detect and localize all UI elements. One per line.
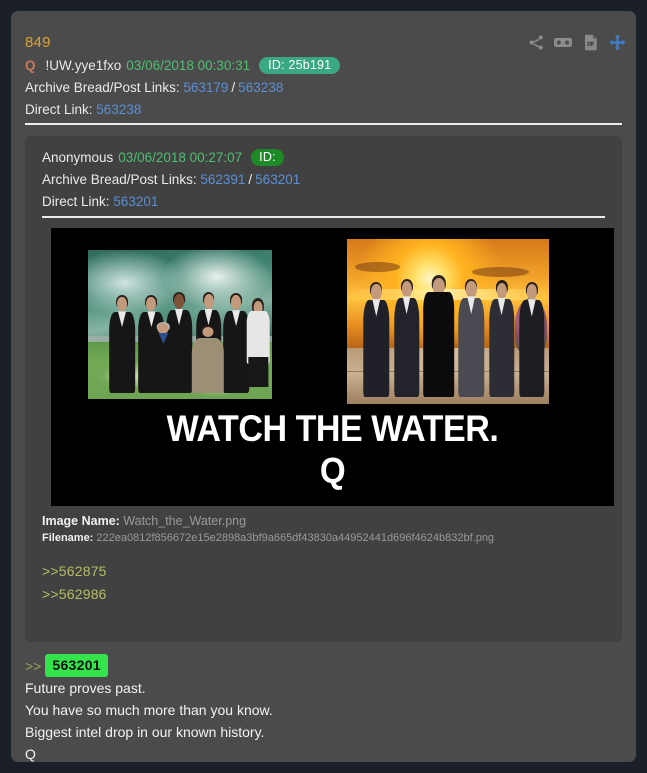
image-name-label: Image Name:: [42, 514, 120, 528]
reply-reference: >> 563201: [25, 654, 108, 677]
reply-body-signature: Q: [25, 746, 36, 762]
header-divider: [25, 123, 622, 125]
post-card: 849 Q !UW.yye1fxo 03/06/2018 00:30:31 ID: 2…: [11, 11, 636, 762]
quoted-archive-links-line: Archive Bread/Post Links: 562391/563201: [42, 172, 300, 187]
image-document-icon[interactable]: [581, 33, 599, 51]
post-identity-line: Q !UW.yye1fxo 03/06/2018 00:30:31 ID: 25b19…: [25, 57, 341, 75]
figure-standing-white-jacket: [244, 297, 272, 393]
photo-left: [88, 250, 272, 399]
archive-links-label: Archive Bread/Post Links:: [25, 80, 180, 95]
photo-right: [347, 239, 549, 404]
quote-link[interactable]: >>562875: [42, 563, 107, 579]
q-signature-mark: Q: [25, 58, 36, 73]
quoted-archive-label: Archive Bread/Post Links:: [42, 172, 197, 187]
attached-image[interactable]: WATCH THE WATER. Q: [51, 228, 614, 506]
figure-standing: [517, 281, 547, 398]
quoted-identity-line: Anonymous 03/06/2018 00:27:07 ID:: [42, 149, 284, 167]
quoted-direct-link-line: Direct Link: 563201: [42, 194, 158, 209]
figure-seated-tan-suit: [189, 324, 226, 394]
mural-cloud: [472, 267, 529, 277]
figure-standing: [456, 278, 486, 398]
quoted-direct-label: Direct Link:: [42, 194, 110, 209]
figure-standing: [486, 280, 516, 398]
share-icon[interactable]: [527, 33, 545, 51]
quote-link[interactable]: >>562986: [42, 586, 107, 602]
figure-standing: [391, 278, 421, 398]
move-arrows-icon[interactable]: [608, 33, 626, 51]
archive-links-line: Archive Bread/Post Links: 563179/563238: [25, 80, 283, 95]
filename-line: Filename: 222ea0812f856672e15e2898a3bf9a…: [42, 532, 494, 544]
image-name-line: Image Name: Watch_the_Water.png: [42, 514, 246, 528]
quoted-archive-post-link[interactable]: 563201: [255, 172, 300, 187]
direct-link-label: Direct Link:: [25, 102, 93, 117]
quoted-timestamp: 03/06/2018 00:27:07: [118, 150, 243, 165]
post-tripcode: !UW.yye1fxo: [45, 58, 122, 73]
post-number: 849: [25, 34, 51, 51]
vr-goggles-icon[interactable]: [554, 33, 572, 51]
mural-cloud: [355, 262, 400, 272]
quoted-archive-bread-link[interactable]: 562391: [200, 172, 245, 187]
direct-link-line: Direct Link: 563238: [25, 102, 141, 117]
archive-bread-link[interactable]: 563179: [183, 80, 228, 95]
quoted-id-badge: ID:: [251, 149, 284, 166]
reply-body-line: Future proves past.: [25, 680, 146, 696]
archive-post-link[interactable]: 563238: [238, 80, 283, 95]
quoted-link-separator: /: [248, 172, 253, 187]
filename-label: Filename:: [42, 532, 94, 544]
post-toolbar: [527, 33, 626, 51]
reply-body-line: Biggest intel drop in our known history.: [25, 724, 265, 740]
quoted-header-divider: [42, 216, 605, 218]
reply-reference-badge[interactable]: 563201: [45, 654, 108, 677]
image-name-value: Watch_the_Water.png: [123, 514, 247, 528]
post-timestamp: 03/06/2018 00:30:31: [126, 58, 251, 73]
quoted-author: Anonymous: [42, 150, 114, 165]
figure-seated-suit: [145, 321, 182, 394]
reply-body-line: You have so much more than you know.: [25, 702, 273, 718]
reply-arrows: >>: [25, 657, 42, 674]
filename-value: 222ea0812f856672e15e2898a3bf9a665df43830…: [96, 532, 495, 544]
figure-standing: [106, 294, 137, 394]
meme-headline: WATCH THE WATER.: [166, 408, 499, 449]
link-separator: /: [231, 80, 236, 95]
quoted-post-card: Anonymous 03/06/2018 00:27:07 ID: Archive …: [25, 136, 622, 642]
meme-signature: Q: [319, 450, 346, 491]
direct-link[interactable]: 563238: [96, 102, 141, 117]
figure-standing: [361, 281, 391, 398]
quoted-direct-link[interactable]: 563201: [113, 194, 158, 209]
figure-standing-center: [422, 275, 456, 398]
post-id-badge: ID: 25b191: [259, 57, 341, 74]
